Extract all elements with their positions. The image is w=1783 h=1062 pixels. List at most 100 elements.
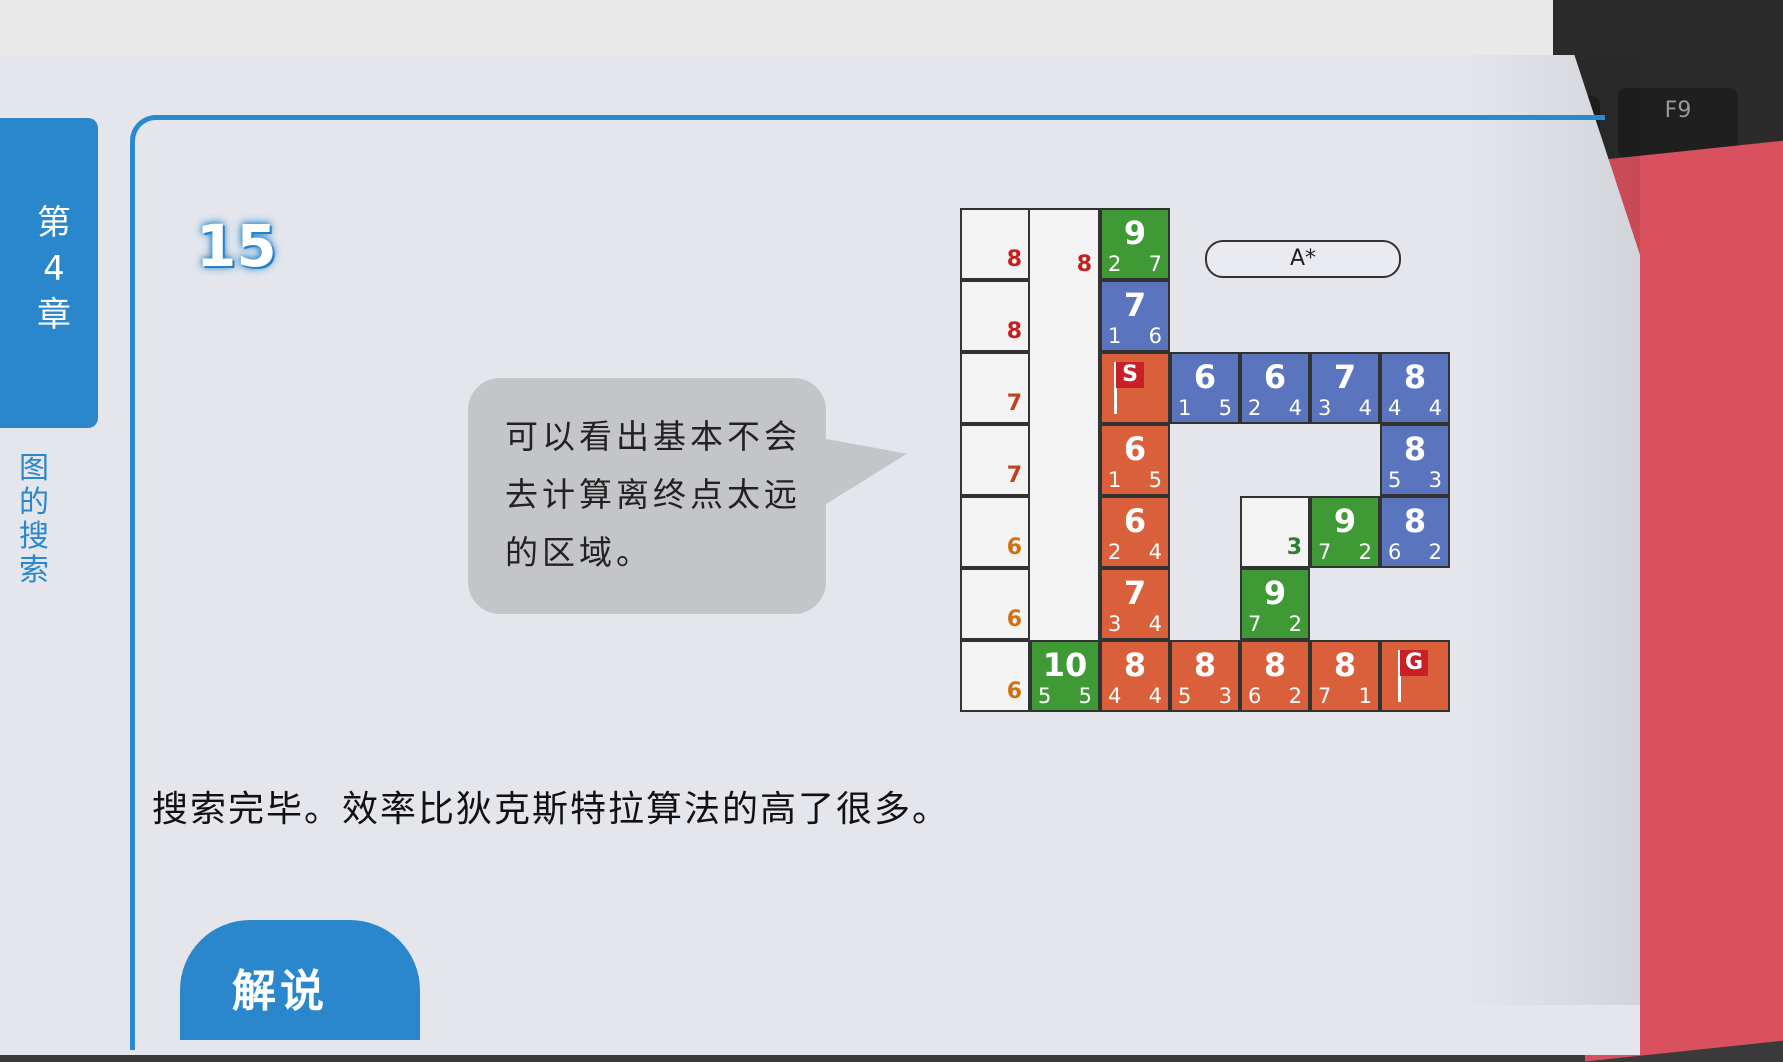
search-grid: 8877666892771661562473484461585362497286…	[960, 208, 1450, 720]
tile-score: 8	[1403, 430, 1427, 468]
caption-text: 搜索完毕。效率比狄克斯特拉算法的高了很多。	[152, 789, 951, 830]
grid-tile: 71 6	[1100, 280, 1170, 352]
tile-heuristic: 4	[1358, 396, 1372, 420]
grid-cell: 6	[960, 496, 1030, 568]
goal-cell: G	[1380, 640, 1450, 712]
tile-score: 7	[1123, 574, 1147, 612]
grid-tile: 97 2	[1310, 496, 1380, 568]
grid-tile: 97 2	[1240, 568, 1310, 640]
speech-bubble-tail	[813, 424, 913, 506]
tile-cost: 1	[1108, 468, 1122, 492]
grid-tile: 10 5 5	[1030, 640, 1100, 712]
grid-column: 8	[1030, 208, 1100, 640]
heuristic-label: 7	[1006, 463, 1022, 488]
tile-heuristic: 1	[1358, 684, 1372, 708]
tile-cost: 7	[1318, 684, 1332, 708]
grid-cell: 8	[960, 280, 1030, 352]
tile-score: 9	[1123, 214, 1147, 252]
tile-score: 7	[1123, 286, 1147, 324]
tile-heuristic: 2	[1288, 612, 1302, 636]
tile-heuristic: 6	[1148, 324, 1162, 348]
chapter-tab-label: 第4章	[37, 203, 71, 335]
tile-cost: 5	[1038, 684, 1052, 708]
grid-cell: 7	[960, 424, 1030, 496]
tile-cost: 7	[1248, 612, 1262, 636]
tile-cost: 5	[1388, 468, 1402, 492]
tile-heuristic: 5	[1148, 468, 1162, 492]
grid-tile: 62 4	[1240, 352, 1310, 424]
tile-cost: 1	[1108, 324, 1122, 348]
tile-heuristic: 5	[1218, 396, 1232, 420]
heuristic-label: 6	[1006, 679, 1022, 704]
grid-cell: 8	[960, 208, 1030, 280]
tile-score: 6	[1123, 502, 1147, 540]
grid-cell: 6	[960, 640, 1030, 712]
tile-heuristic: 2	[1428, 540, 1442, 564]
tile-heuristic: 7	[1148, 252, 1162, 276]
tile-cost: 4	[1388, 396, 1402, 420]
tile-heuristic: 3	[1428, 468, 1442, 492]
tile-heuristic: 4	[1148, 612, 1162, 636]
grid-tile: 86 2	[1380, 496, 1450, 568]
grid-tile: 84 4	[1380, 352, 1450, 424]
tile-score: 6	[1263, 358, 1287, 396]
heuristic-label: 8	[1076, 252, 1092, 277]
tile-score: 7	[1333, 358, 1357, 396]
grid-tile: 85 3	[1170, 640, 1240, 712]
grid-cell: 7	[960, 352, 1030, 424]
heuristic-label: 6	[1006, 607, 1022, 632]
tile-score: 10	[1042, 646, 1088, 684]
grid-tile: 62 4	[1100, 496, 1170, 568]
section-badge-label: 解说	[232, 966, 328, 1017]
tile-cost: 2	[1248, 396, 1262, 420]
tile-score: 8	[1333, 646, 1357, 684]
grid-cell: 6	[960, 568, 1030, 640]
heuristic-label: 7	[1006, 391, 1022, 416]
tile-score: 8	[1123, 646, 1147, 684]
tile-heuristic: 4	[1148, 684, 1162, 708]
start-flag-icon: S	[1116, 362, 1144, 388]
side-section-title: 图的搜索	[19, 451, 49, 588]
grid-tile: 87 1	[1310, 640, 1380, 712]
heuristic-label: 8	[1006, 319, 1022, 344]
tile-score: 6	[1123, 430, 1147, 468]
problem-number: 15	[196, 212, 277, 280]
grid-tile: 73 4	[1310, 352, 1380, 424]
tile-score: 8	[1403, 502, 1427, 540]
tile-cost: 6	[1388, 540, 1402, 564]
grid-tile: 86 2	[1240, 640, 1310, 712]
tile-cost: 3	[1318, 396, 1332, 420]
tile-score: 9	[1333, 502, 1357, 540]
tile-score: 8	[1263, 646, 1287, 684]
tile-cost: 3	[1108, 612, 1122, 636]
heuristic-label: 8	[1006, 247, 1022, 272]
grid-tile: 84 4	[1100, 640, 1170, 712]
tile-heuristic: 3	[1218, 684, 1232, 708]
grid-tile: 73 4	[1100, 568, 1170, 640]
tile-score: 8	[1403, 358, 1427, 396]
tile-cost: 2	[1108, 252, 1122, 276]
tile-heuristic: 2	[1358, 540, 1372, 564]
tile-cost: 1	[1178, 396, 1192, 420]
speech-bubble-text: 可以看出基本不会去计算离终点太远的区域。	[505, 417, 801, 572]
grid-tile: 92 7	[1100, 208, 1170, 280]
tile-cost: 7	[1318, 540, 1332, 564]
goal-flag-icon: G	[1400, 650, 1428, 676]
tile-score: 9	[1263, 574, 1287, 612]
tile-cost: 5	[1178, 684, 1192, 708]
tile-score: 6	[1193, 358, 1217, 396]
grid-cell: 3	[1240, 496, 1310, 568]
grid-tile: 61 5	[1100, 424, 1170, 496]
tile-heuristic: 4	[1428, 396, 1442, 420]
tile-cost: 2	[1108, 540, 1122, 564]
tile-score: 8	[1193, 646, 1217, 684]
tile-heuristic: 5	[1078, 684, 1092, 708]
tile-heuristic: 4	[1148, 540, 1162, 564]
tile-cost: 4	[1108, 684, 1122, 708]
heuristic-label: 6	[1006, 535, 1022, 560]
grid-tile: 61 5	[1170, 352, 1240, 424]
grid-tile: 85 3	[1380, 424, 1450, 496]
tile-cost: 6	[1248, 684, 1262, 708]
tile-heuristic: 2	[1288, 684, 1302, 708]
heuristic-label: 3	[1286, 535, 1302, 560]
